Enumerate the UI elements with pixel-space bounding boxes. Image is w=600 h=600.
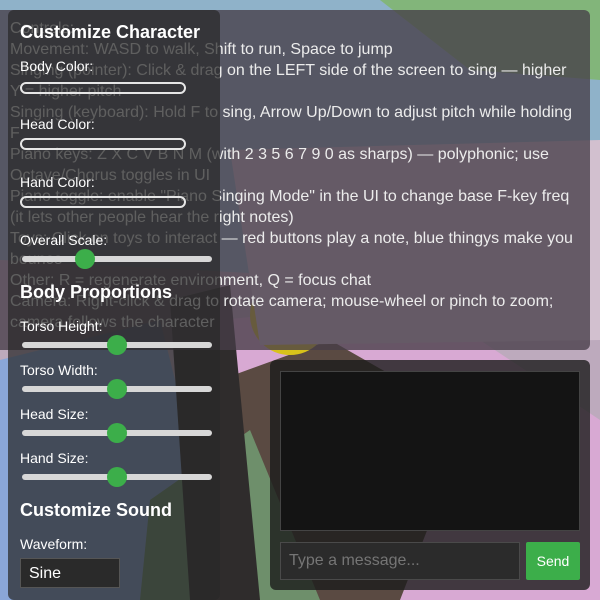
head-color-picker[interactable]: [20, 138, 186, 150]
head-size-slider[interactable]: [22, 423, 212, 443]
torso-width-slider[interactable]: [22, 379, 212, 399]
torso-width-label: Torso Width:: [20, 362, 98, 378]
body-color-label: Body Color:: [20, 58, 94, 74]
overall-scale-slider[interactable]: [22, 249, 212, 269]
body-color-picker[interactable]: [20, 82, 186, 94]
overall-scale-label: Overall Scale:: [20, 232, 108, 248]
hand-size-slider[interactable]: [22, 467, 212, 487]
head-size-label: Head Size:: [20, 406, 89, 422]
torso-height-label: Torso Height:: [20, 318, 103, 334]
slider-thumb[interactable]: [107, 467, 127, 487]
slider-thumb[interactable]: [107, 379, 127, 399]
chat-panel: Send: [270, 360, 590, 590]
slider-thumb[interactable]: [107, 335, 127, 355]
head-color-label: Head Color:: [20, 116, 95, 132]
hand-size-label: Hand Size:: [20, 450, 89, 466]
customize-sound-title: Customize Sound: [20, 500, 172, 520]
customize-panel: Customize Character Body Color: Head Col…: [8, 10, 220, 600]
chat-log[interactable]: [280, 371, 580, 531]
chat-input[interactable]: [280, 542, 520, 580]
body-proportions-title: Body Proportions: [20, 282, 172, 302]
send-button[interactable]: Send: [526, 542, 580, 580]
slider-thumb[interactable]: [74, 249, 95, 269]
waveform-label: Waveform:: [20, 536, 88, 552]
customize-character-title: Customize Character: [20, 22, 201, 42]
torso-height-slider[interactable]: [22, 335, 212, 355]
hand-color-label: Hand Color:: [20, 174, 95, 190]
hand-color-picker[interactable]: [20, 196, 186, 208]
slider-thumb[interactable]: [107, 423, 127, 443]
waveform-select[interactable]: Sine: [20, 558, 120, 588]
